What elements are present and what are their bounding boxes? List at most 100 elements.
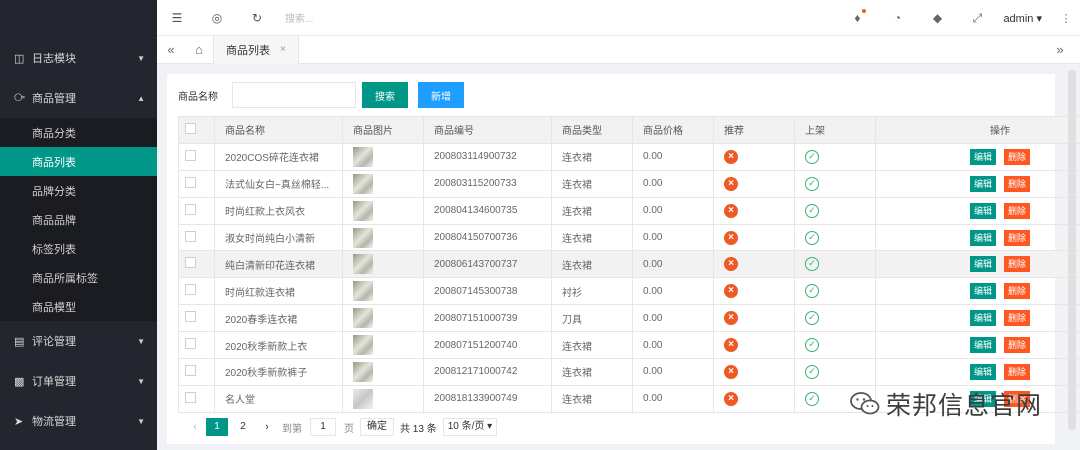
tabs-scroll-right-icon[interactable]: » bbox=[1040, 42, 1080, 57]
select-all-checkbox[interactable] bbox=[178, 116, 215, 144]
dashboard-icon[interactable]: ◔ bbox=[877, 11, 917, 25]
col-code[interactable]: 商品编号 bbox=[423, 116, 552, 144]
row-checkbox[interactable] bbox=[178, 223, 215, 252]
cross-circle-icon[interactable]: × bbox=[724, 364, 738, 379]
cross-circle-icon[interactable]: × bbox=[724, 149, 738, 164]
sidebar-item-brand[interactable]: 商品品牌 bbox=[0, 205, 157, 234]
col-recommend[interactable]: 推荐 bbox=[713, 116, 795, 144]
delete-button[interactable]: 删除 bbox=[1004, 202, 1031, 219]
next-page-icon[interactable]: › bbox=[258, 421, 276, 433]
col-image[interactable]: 商品图片 bbox=[342, 116, 424, 144]
row-checkbox[interactable] bbox=[178, 196, 215, 225]
home-icon[interactable]: ⌂ bbox=[185, 42, 213, 57]
edit-button[interactable]: 编辑 bbox=[969, 175, 996, 192]
row-checkbox[interactable] bbox=[178, 358, 215, 386]
globe-icon[interactable]: ◎ bbox=[197, 11, 237, 25]
edit-button[interactable]: 编辑 bbox=[969, 363, 996, 380]
cross-circle-icon[interactable]: × bbox=[724, 176, 738, 191]
bell-icon[interactable]: ♦ bbox=[837, 9, 877, 25]
col-onsale[interactable]: 上架 bbox=[794, 116, 876, 144]
sidebar-group-orders[interactable]: ▩ 订单管理 ▼ bbox=[0, 361, 157, 401]
product-thumbnail[interactable] bbox=[353, 308, 373, 329]
product-name-input[interactable] bbox=[232, 82, 356, 108]
check-circle-icon[interactable]: ✓ bbox=[805, 203, 819, 218]
delete-button[interactable]: 删除 bbox=[1004, 229, 1031, 246]
sidebar-item-product-tags[interactable]: 商品所属标签 bbox=[0, 263, 157, 292]
cross-circle-icon[interactable]: × bbox=[724, 257, 738, 272]
delete-button[interactable]: 删除 bbox=[1004, 310, 1031, 327]
row-checkbox[interactable] bbox=[178, 169, 215, 198]
close-icon[interactable]: × bbox=[280, 44, 286, 55]
product-thumbnail[interactable] bbox=[353, 173, 373, 194]
delete-button[interactable]: 删除 bbox=[1004, 175, 1031, 192]
edit-button[interactable]: 编辑 bbox=[969, 229, 996, 246]
page-2[interactable]: 2 bbox=[232, 418, 254, 436]
delete-button[interactable]: 删除 bbox=[1004, 283, 1031, 300]
product-thumbnail[interactable] bbox=[353, 146, 373, 167]
check-circle-icon[interactable]: ✓ bbox=[805, 230, 819, 245]
col-type[interactable]: 商品类型 bbox=[551, 116, 633, 144]
cross-circle-icon[interactable]: × bbox=[724, 230, 738, 245]
check-circle-icon[interactable]: ✓ bbox=[805, 311, 819, 326]
product-thumbnail[interactable] bbox=[353, 361, 373, 382]
edit-button[interactable]: 编辑 bbox=[969, 148, 996, 165]
user-menu[interactable]: admin ▾ bbox=[997, 12, 1052, 25]
tab-product-list[interactable]: 商品列表 × bbox=[213, 35, 299, 64]
tabs-scroll-left-icon[interactable]: « bbox=[157, 42, 185, 57]
edit-button[interactable]: 编辑 bbox=[969, 256, 996, 273]
cross-circle-icon[interactable]: × bbox=[724, 311, 738, 326]
product-thumbnail[interactable] bbox=[353, 335, 373, 356]
sidebar-item-brand-category[interactable]: 品牌分类 bbox=[0, 176, 157, 205]
delete-button[interactable]: 删除 bbox=[1004, 337, 1031, 354]
row-checkbox[interactable] bbox=[178, 304, 215, 333]
add-button[interactable]: 新增 bbox=[418, 82, 464, 108]
col-name[interactable]: 商品名称 bbox=[214, 116, 343, 144]
tag-icon[interactable]: ◆ bbox=[917, 11, 957, 25]
page-1[interactable]: 1 bbox=[206, 418, 228, 436]
scrollbar[interactable] bbox=[1068, 70, 1076, 430]
check-circle-icon[interactable]: ✓ bbox=[805, 257, 819, 272]
sidebar-group-product[interactable]: ⧂ 商品管理 ▲ bbox=[0, 78, 157, 118]
delete-button[interactable]: 删除 bbox=[1004, 363, 1031, 380]
fullscreen-icon[interactable]: ⤢ bbox=[957, 11, 997, 26]
sidebar-item-tag-list[interactable]: 标签列表 bbox=[0, 234, 157, 263]
check-circle-icon[interactable]: ✓ bbox=[805, 364, 819, 379]
cross-circle-icon[interactable]: × bbox=[724, 338, 738, 353]
page-size-select[interactable]: 10 条/页 ▾ bbox=[442, 418, 498, 436]
product-thumbnail[interactable] bbox=[353, 254, 373, 275]
refresh-icon[interactable]: ↻ bbox=[237, 11, 277, 25]
more-vertical-icon[interactable]: ⋮ bbox=[1052, 12, 1080, 25]
row-checkbox[interactable] bbox=[178, 277, 215, 306]
sidebar-item-product-model[interactable]: 商品模型 bbox=[0, 292, 157, 321]
edit-button[interactable]: 编辑 bbox=[969, 310, 996, 327]
sidebar-group-logistics[interactable]: ➤ 物流管理 ▼ bbox=[0, 401, 157, 441]
row-checkbox[interactable] bbox=[178, 384, 215, 413]
delete-button[interactable]: 删除 bbox=[1004, 256, 1031, 273]
check-circle-icon[interactable]: ✓ bbox=[805, 284, 819, 299]
cross-circle-icon[interactable]: × bbox=[724, 391, 738, 406]
cross-circle-icon[interactable]: × bbox=[724, 284, 738, 299]
edit-button[interactable]: 编辑 bbox=[969, 202, 996, 219]
check-circle-icon[interactable]: ✓ bbox=[805, 338, 819, 353]
goto-confirm-button[interactable]: 确定 bbox=[360, 418, 394, 436]
sidebar-item-product-list[interactable]: 商品列表 bbox=[0, 147, 157, 176]
menu-toggle-icon[interactable]: ☰ bbox=[157, 11, 197, 25]
row-checkbox[interactable] bbox=[178, 142, 215, 171]
goto-page-input[interactable]: 1 bbox=[310, 418, 336, 436]
sidebar-item-category[interactable]: 商品分类 bbox=[0, 118, 157, 147]
row-checkbox[interactable] bbox=[178, 250, 215, 279]
sidebar-group-log[interactable]: ◫ 日志模块 ▼ bbox=[0, 38, 157, 78]
check-circle-icon[interactable]: ✓ bbox=[805, 176, 819, 191]
search-input[interactable]: 搜索... bbox=[285, 10, 405, 25]
row-checkbox[interactable] bbox=[178, 331, 215, 360]
check-circle-icon[interactable]: ✓ bbox=[805, 391, 819, 406]
product-thumbnail[interactable] bbox=[353, 388, 373, 409]
search-button[interactable]: 搜索 bbox=[362, 82, 408, 108]
delete-button[interactable]: 删除 bbox=[1004, 148, 1031, 165]
check-circle-icon[interactable]: ✓ bbox=[805, 149, 819, 164]
cross-circle-icon[interactable]: × bbox=[724, 203, 738, 218]
sidebar-group-comments[interactable]: ▤ 评论管理 ▼ bbox=[0, 321, 157, 361]
edit-button[interactable]: 编辑 bbox=[969, 337, 996, 354]
prev-page-icon[interactable]: ‹ bbox=[186, 421, 204, 433]
product-thumbnail[interactable] bbox=[353, 200, 373, 221]
